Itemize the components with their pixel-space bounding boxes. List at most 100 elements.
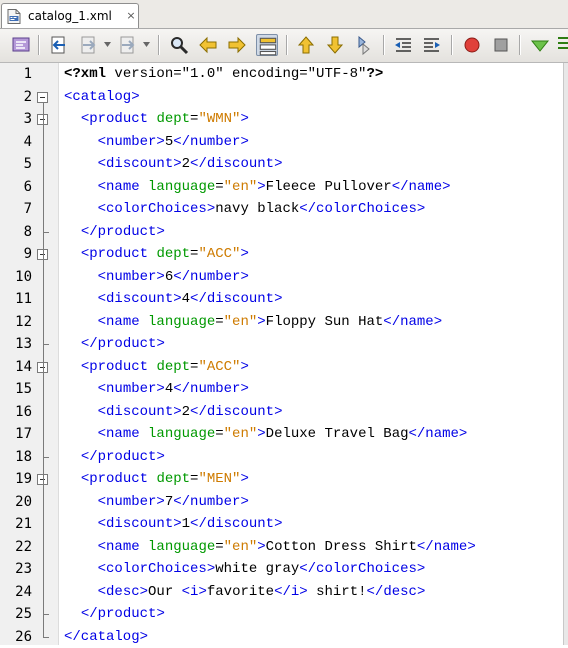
forward-icon[interactable] (78, 34, 100, 56)
code-line[interactable]: 4 <number>5</number> (0, 131, 568, 154)
line-number: 18 (0, 446, 32, 469)
editor-tab-strip: catalog_1.xml × (0, 0, 568, 29)
source-history-icon[interactable] (10, 34, 32, 56)
code-text: <name language="en">Deluxe Travel Bag</n… (64, 423, 467, 446)
code-text: <product dept="ACC"> (64, 356, 249, 379)
chevron-down-icon[interactable] (104, 42, 111, 47)
line-number: 3 (0, 108, 32, 131)
line-number: 11 (0, 288, 32, 311)
line-number: 8 (0, 221, 32, 244)
line-number: 23 (0, 558, 32, 581)
code-text: <discount>2</discount> (64, 153, 282, 176)
shift-left-icon[interactable] (392, 34, 414, 56)
code-text: <catalog> (64, 86, 140, 109)
stop-macro-icon[interactable] (490, 34, 512, 56)
line-number: 6 (0, 176, 32, 199)
code-line[interactable]: 17 <name language="en">Deluxe Travel Bag… (0, 423, 568, 446)
start-macro-icon[interactable] (461, 34, 483, 56)
chevron-down-icon[interactable] (143, 42, 150, 47)
line-number: 25 (0, 603, 32, 626)
line-number: 12 (0, 311, 32, 334)
code-text: <product dept="ACC"> (64, 243, 249, 266)
code-line[interactable]: 19 <product dept="MEN"> (0, 468, 568, 491)
code-line[interactable]: 15 <number>4</number> (0, 378, 568, 401)
code-text: <name language="en">Floppy Sun Hat</name… (64, 311, 442, 334)
code-text: <number>4</number> (64, 378, 249, 401)
code-text: <?xml version="1.0" encoding="UTF-8"?> (64, 63, 383, 86)
code-line[interactable]: 16 <discount>2</discount> (0, 401, 568, 424)
xml-file-icon (7, 9, 21, 24)
tab-catalog-xml[interactable]: catalog_1.xml × (1, 3, 139, 28)
line-number: 19 (0, 468, 32, 491)
line-number: 10 (0, 266, 32, 289)
line-number: 5 (0, 153, 32, 176)
line-number: 22 (0, 536, 32, 559)
code-line[interactable]: 10 <number>6</number> (0, 266, 568, 289)
code-line[interactable]: 5 <discount>2</discount> (0, 153, 568, 176)
code-text: <number>6</number> (64, 266, 249, 289)
validate-icon[interactable] (529, 34, 551, 56)
xml-editor[interactable]: 1<?xml version="1.0" encoding="UTF-8"?>2… (0, 63, 568, 645)
code-line[interactable]: 23 <colorChoices>white gray</colorChoice… (0, 558, 568, 581)
code-text: <discount>4</discount> (64, 288, 282, 311)
code-line[interactable]: 3 <product dept="WMN"> (0, 108, 568, 131)
close-icon[interactable]: × (126, 11, 136, 21)
previous-bookmark-icon[interactable] (295, 34, 317, 56)
code-text: </product> (64, 603, 165, 626)
editor-toolbar (0, 29, 568, 63)
code-line[interactable]: 13 </product> (0, 333, 568, 356)
code-line[interactable]: 21 <discount>1</discount> (0, 513, 568, 536)
find-previous-icon[interactable] (197, 34, 219, 56)
line-number: 16 (0, 401, 32, 424)
code-line[interactable]: 22 <name language="en">Cotton Dress Shir… (0, 536, 568, 559)
code-text: <desc>Our <i>favorite</i> shirt!</desc> (64, 581, 425, 604)
code-text: </product> (64, 333, 165, 356)
line-number: 14 (0, 356, 32, 379)
code-text: <number>5</number> (64, 131, 249, 154)
code-line[interactable]: 1 <?xml version="1.0" encoding="UTF-8"?> (0, 63, 568, 86)
code-text: <discount>2</discount> (64, 401, 282, 424)
code-text: <discount>1</discount> (64, 513, 282, 536)
code-text: <name language="en">Cotton Dress Shirt</… (64, 536, 476, 559)
line-number: 1 (0, 63, 32, 86)
line-number: 24 (0, 581, 32, 604)
line-number: 13 (0, 333, 32, 356)
back-icon[interactable] (48, 34, 70, 56)
code-line[interactable]: 20 <number>7</number> (0, 491, 568, 514)
code-line[interactable]: 11 <discount>4</discount> (0, 288, 568, 311)
code-text: <name language="en">Fleece Pullover</nam… (64, 176, 451, 199)
shift-right-icon[interactable] (421, 34, 443, 56)
code-line[interactable]: 8 </product> (0, 221, 568, 244)
code-line[interactable]: 24 <desc>Our <i>favorite</i> shirt!</des… (0, 581, 568, 604)
line-number: 21 (0, 513, 32, 536)
code-line[interactable]: 12 <name language="en">Floppy Sun Hat</n… (0, 311, 568, 334)
code-line[interactable]: 7 <colorChoices>navy black</colorChoices… (0, 198, 568, 221)
code-line[interactable]: 14 <product dept="ACC"> (0, 356, 568, 379)
code-line[interactable]: 2 <catalog> (0, 86, 568, 109)
code-text: <product dept="MEN"> (64, 468, 249, 491)
code-line[interactable]: 25 </product> (0, 603, 568, 626)
toggle-bookmark-icon[interactable] (353, 34, 375, 56)
toggle-highlight-icon[interactable] (256, 34, 278, 56)
code-line[interactable]: 18 </product> (0, 446, 568, 469)
code-line[interactable]: 9 <product dept="ACC"> (0, 243, 568, 266)
next-bookmark-icon[interactable] (324, 34, 346, 56)
code-text: </product> (64, 221, 165, 244)
code-text: <colorChoices>white gray</colorChoices> (64, 558, 425, 581)
more-icon[interactable] (555, 34, 568, 56)
code-text: <colorChoices>navy black</colorChoices> (64, 198, 425, 221)
find-icon[interactable] (168, 34, 190, 56)
code-text: <number>7</number> (64, 491, 249, 514)
line-number: 2 (0, 86, 32, 109)
code-text: <product dept="WMN"> (64, 108, 249, 131)
vertical-scrollbar[interactable] (563, 63, 568, 645)
line-number: 17 (0, 423, 32, 446)
navigate-icon[interactable] (117, 34, 139, 56)
line-number: 15 (0, 378, 32, 401)
line-number: 4 (0, 131, 32, 154)
line-number: 7 (0, 198, 32, 221)
line-number: 20 (0, 491, 32, 514)
code-line[interactable]: 6 <name language="en">Fleece Pullover</n… (0, 176, 568, 199)
code-text: </product> (64, 446, 165, 469)
find-next-icon[interactable] (226, 34, 248, 56)
